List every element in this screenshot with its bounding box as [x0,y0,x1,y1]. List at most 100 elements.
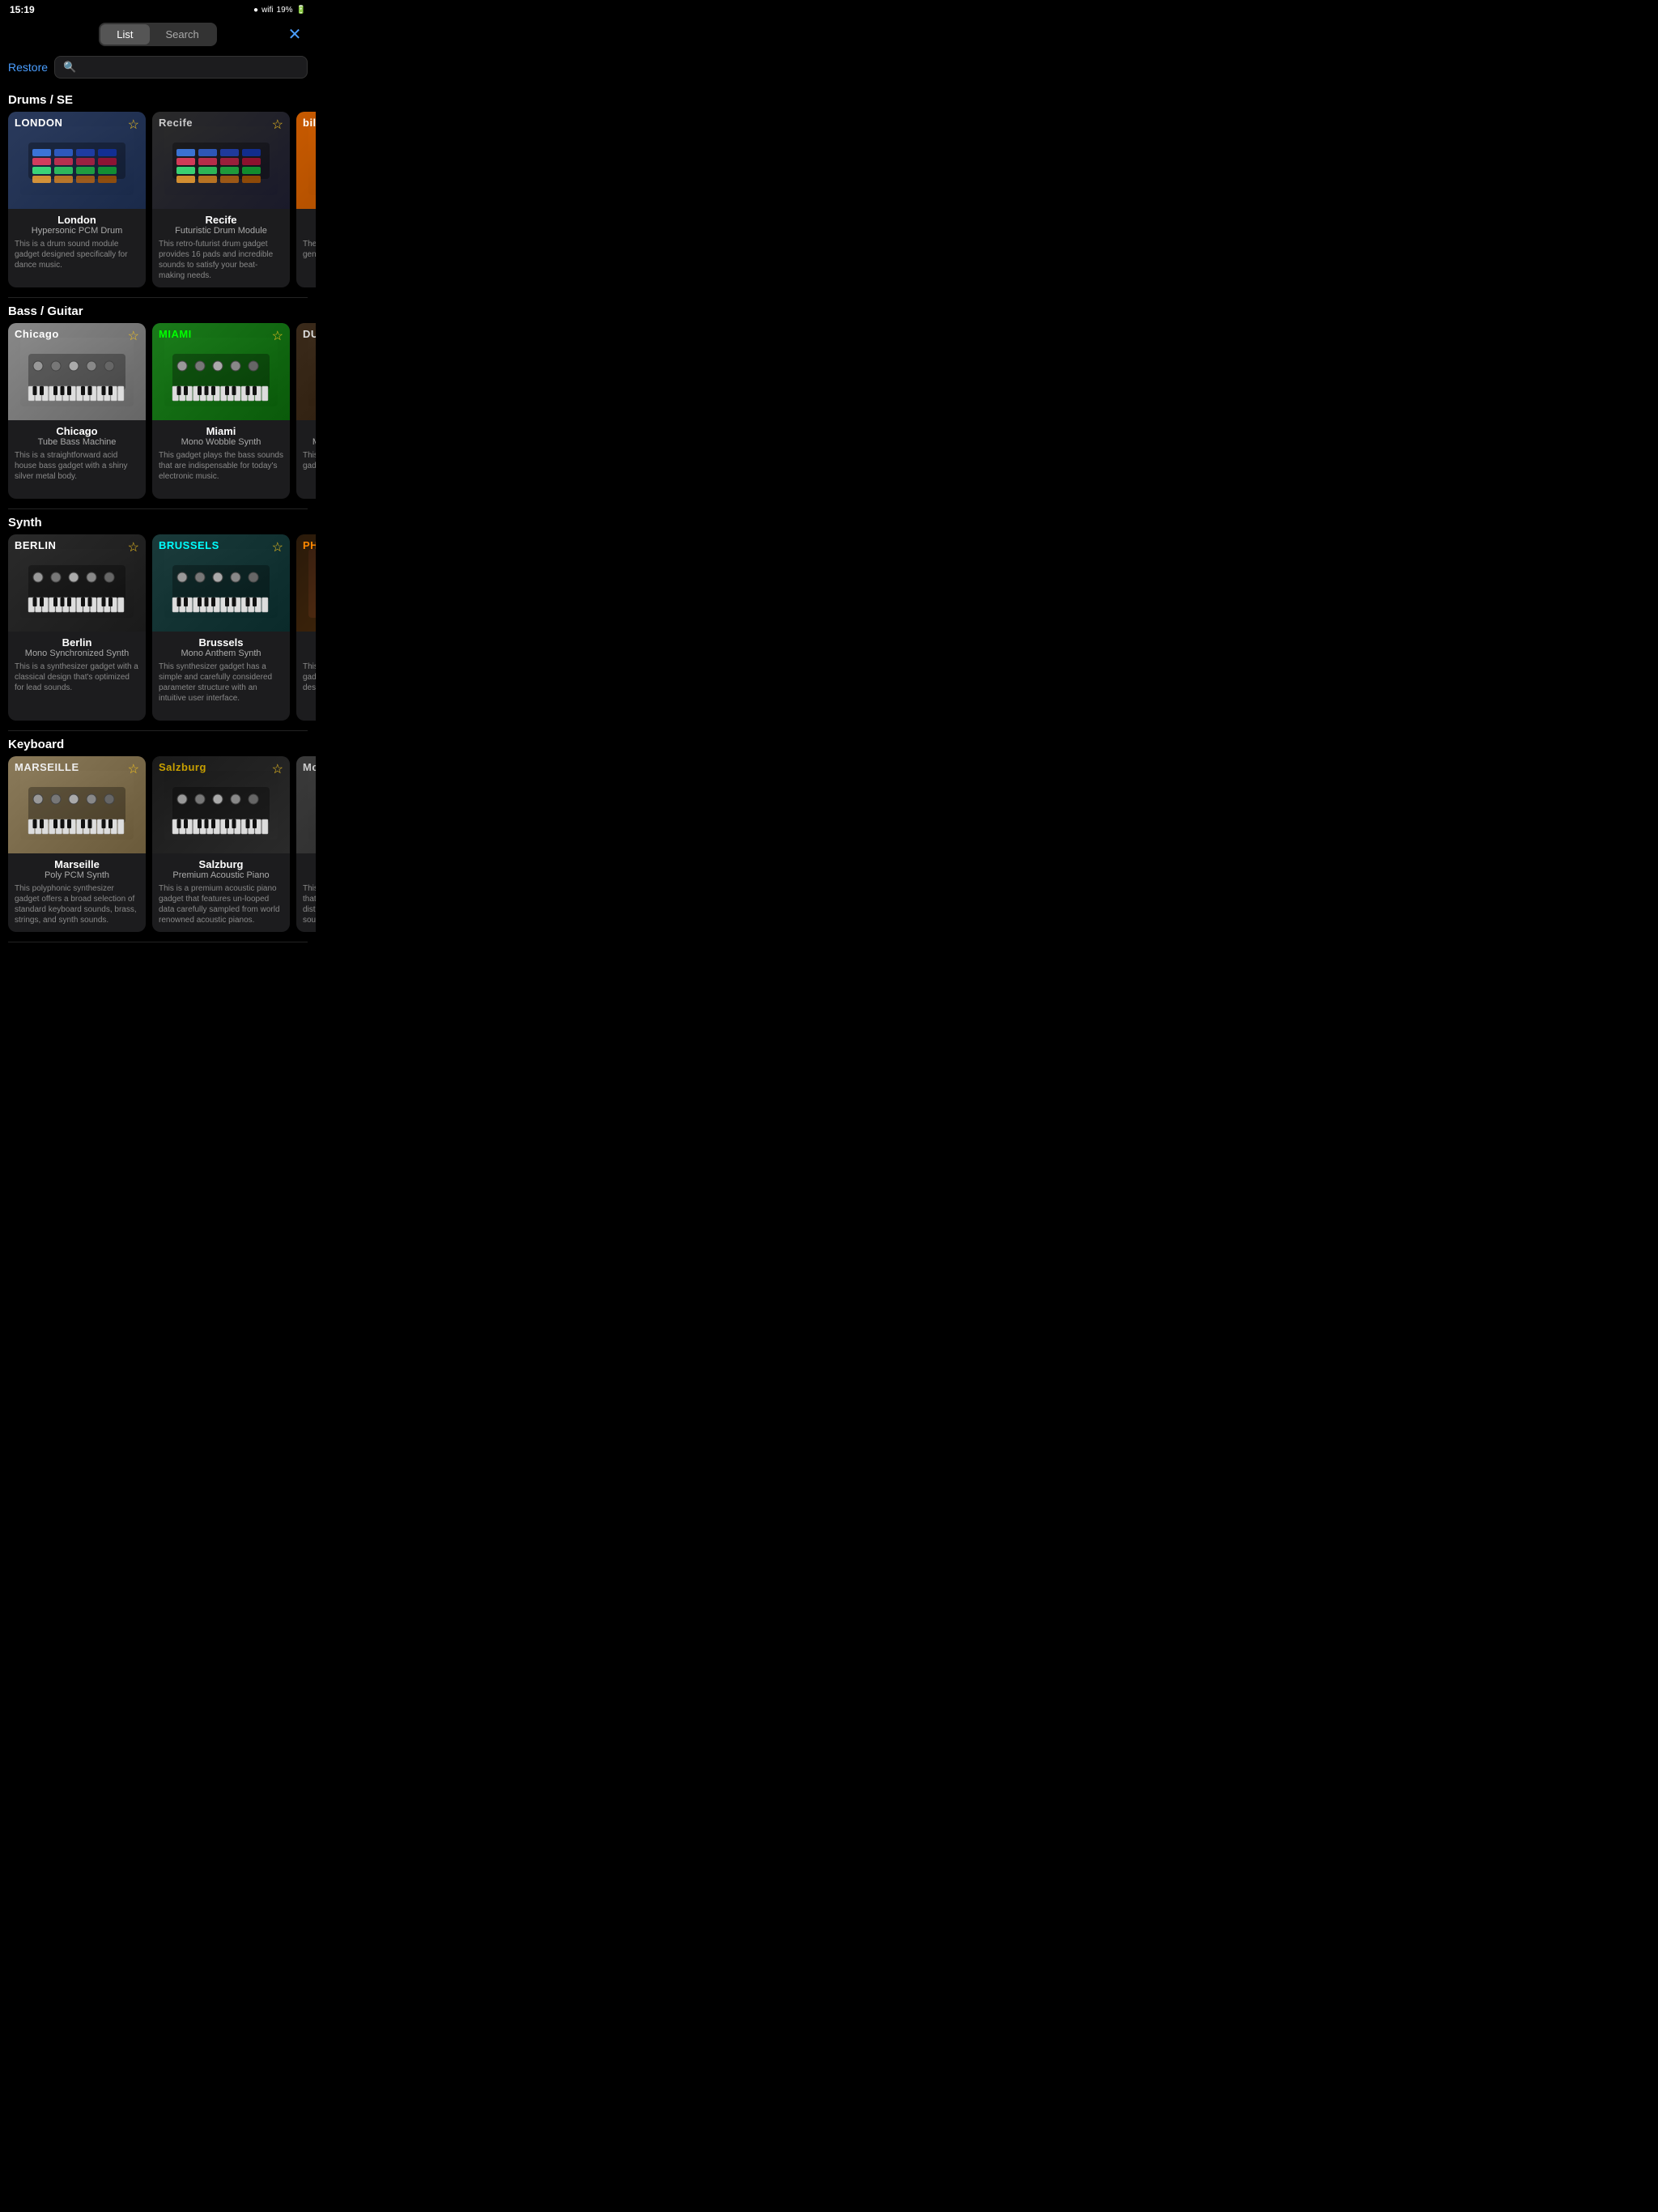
gadget-card-chicago[interactable]: Chicago☆ChicagoTube Bass MachineThis is … [8,323,146,499]
gadget-row-synth: BERLIN☆BerlinMono Synchronized SynthThis… [0,534,316,730]
gadget-star-chicago[interactable]: ☆ [128,328,139,344]
gadget-card-marseille[interactable]: MARSEILLE☆MarseillePoly PCM SynthThis po… [8,756,146,932]
tab-search[interactable]: Search [150,24,215,45]
gadget-name-miami: Miami [159,425,283,437]
gadget-card-miami[interactable]: MIAMI ☆ MiamiMono Wobble Synth This gadget … [152,323,290,499]
battery-text: 19% [277,6,293,15]
top-nav: List Search ✕ [0,18,316,51]
gadget-image-bilbao: bilbao☆ [296,112,316,209]
section-header-keyboard: Keyboard [0,731,316,756]
gadget-name-salzburg: Salzburg [159,858,283,870]
gadget-desc-recife: This retro-futurist drum gadget provides… [159,239,283,281]
gadget-card-berlin[interactable]: BERLIN☆BerlinMono Synchronized SynthThis… [8,534,146,721]
gadget-name-dublin: Dublin [303,425,316,437]
battery-icon: 🔋 [296,6,306,15]
close-button[interactable]: ✕ [283,23,306,46]
gadget-info-berlin: BerlinMono Synchronized SynthThis is a s… [8,632,146,700]
section-synth: SynthBERLIN☆BerlinMono Synchronized Synt… [0,509,316,731]
gadget-image-salzburg: Salzburg☆ [152,756,290,853]
gadget-name-bilbao: Bilbao [303,214,316,226]
gadget-card-brussels[interactable]: BRUSSELS☆BrusselsMono Anthem SynthThis s… [152,534,290,721]
gadget-subtitle-montreal: Vintage Electric Piano [303,870,316,880]
status-time: 15:19 [10,4,35,15]
gadget-desc-brussels: This synthesizer gadget has a simple and… [159,661,283,704]
gadget-image-brussels: BRUSSELS ☆ [152,534,290,632]
gadget-subtitle-bilbao: Lightning Sample Player [303,226,316,236]
gadget-image-chicago: Chicago ☆ [8,323,146,420]
gadget-label-overlay-recife: Recife [159,117,193,129]
gadget-image-london: LONDON☆ [8,112,146,209]
gadget-card-recife[interactable]: Recife☆RecifeFuturistic Drum ModuleThis … [152,112,290,287]
gadget-label-overlay-dublin: DUBLIN [303,328,316,340]
gadget-subtitle-recife: Futuristic Drum Module [159,226,283,236]
gadget-subtitle-salzburg: Premium Acoustic Piano [159,870,283,880]
gadget-desc-chicago: This is a straightforward acid house bas… [15,450,139,482]
restore-button[interactable]: Restore [8,61,48,74]
gadget-star-recife[interactable]: ☆ [272,117,283,133]
search-icon: 🔍 [63,61,76,74]
gadget-desc-salzburg: This is a premium acoustic piano gadget … [159,883,283,925]
gadget-name-recife: Recife [159,214,283,226]
main-content: Drums / SELONDON☆LondonHypersonic PCM Dr… [0,83,316,946]
gadget-label-overlay-montreal: Montreal [303,761,316,773]
gadget-subtitle-london: Hypersonic PCM Drum [15,226,139,236]
gadget-desc-berlin: This is a synthesizer gadget with a clas… [15,661,139,693]
section-header-drums-se: Drums / SE [0,87,316,112]
gadget-desc-miami: This gadget plays the bass sounds that a… [159,450,283,482]
gadget-info-salzburg: SalzburgPremium Acoustic Piano This is a … [152,853,290,932]
gadget-desc-montreal: This is an electric piano gadget that re… [303,883,316,925]
gadget-info-dublin: DublinMono Semi-Modular SynthThis is a s… [296,420,316,478]
gadget-desc-london: This is a drum sound module gadget desig… [15,239,139,270]
gadget-star-marseille[interactable]: ☆ [128,761,139,777]
gadget-label-overlay-bilbao: bilbao [303,117,316,129]
gadget-desc-bilbao: The beats you need right now generated a… [303,239,316,260]
section-keyboard: KeyboardMARSEILLE☆MarseillePoly PCM Synt… [0,731,316,942]
gadget-image-phoenix: PHOENIX☆ [296,534,316,632]
section-header-bass-guitar: Bass / Guitar [0,298,316,323]
gadget-subtitle-phoenix: Poly Analogue Synth [303,649,316,658]
gadget-card-dublin[interactable]: DUBLIN☆DublinMono Semi-Modular SynthThis… [296,323,316,499]
tab-list[interactable]: List [100,24,149,45]
gadget-row-drums-se: LONDON☆LondonHypersonic PCM DrumThis is … [0,112,316,297]
gadget-info-bilbao: BilbaoLightning Sample Player The beats y… [296,209,316,266]
gadget-subtitle-miami: Mono Wobble Synth [159,437,283,447]
gadget-info-miami: MiamiMono Wobble Synth This gadget plays … [152,420,290,488]
gadget-star-brussels[interactable]: ☆ [272,539,283,555]
gadget-image-recife: Recife ☆ [152,112,290,209]
gadget-name-chicago: Chicago [15,425,139,437]
gadget-card-london[interactable]: LONDON☆LondonHypersonic PCM DrumThis is … [8,112,146,287]
search-input[interactable] [81,62,299,74]
gadget-card-salzburg[interactable]: Salzburg☆ SalzburgPremium Acoustic Piano T… [152,756,290,932]
gadget-label-overlay-brussels: BRUSSELS [159,539,219,551]
gadget-card-phoenix[interactable]: PHOENIX☆PhoenixPoly Analogue SynthThis p… [296,534,316,721]
toolbar: Restore 🔍 [0,51,316,83]
section-bass-guitar: Bass / GuitarChicago☆ChicagoTube Bass Ma… [0,298,316,509]
signal-icon: ● [253,6,258,15]
gadget-label-overlay-miami: MIAMI [159,328,192,340]
wifi-icon: wifi [261,6,273,15]
gadget-star-london[interactable]: ☆ [128,117,139,133]
gadget-image-montreal: Montreal☆ [296,756,316,853]
search-bar[interactable]: 🔍 [54,56,308,79]
gadget-row-bass-guitar: Chicago☆ChicagoTube Bass MachineThis is … [0,323,316,508]
gadget-label-overlay-marseille: MARSEILLE [15,761,79,773]
gadget-info-montreal: MontrealVintage Electric PianoThis is an… [296,853,316,932]
status-icons: ● wifi 19% 🔋 [253,6,306,15]
gadget-desc-phoenix: This polyphonic synthesizer gadget offer… [303,661,316,693]
gadget-image-miami: MIAMI ☆ [152,323,290,420]
gadget-star-miami[interactable]: ☆ [272,328,283,344]
gadget-card-montreal[interactable]: Montreal☆MontrealVintage Electric PianoT… [296,756,316,932]
status-bar: 15:19 ● wifi 19% 🔋 [0,0,316,18]
gadget-star-berlin[interactable]: ☆ [128,539,139,555]
section-drums-se: Drums / SELONDON☆LondonHypersonic PCM Dr… [0,87,316,298]
gadget-name-marseille: Marseille [15,858,139,870]
section-header-synth: Synth [0,509,316,534]
gadget-info-recife: RecifeFuturistic Drum Module This retro-f… [152,209,290,287]
gadget-desc-marseille: This polyphonic synthesizer gadget offer… [15,883,139,925]
gadget-image-marseille: MARSEILLE ☆ [8,756,146,853]
gadget-row-keyboard: MARSEILLE☆MarseillePoly PCM SynthThis po… [0,756,316,942]
gadget-label-overlay-phoenix: PHOENIX [303,539,316,551]
gadget-card-bilbao[interactable]: bilbao☆ BilbaoLightning Sample Player The … [296,112,316,287]
gadget-star-salzburg[interactable]: ☆ [272,761,283,777]
gadget-label-overlay-chicago: Chicago [15,328,59,340]
